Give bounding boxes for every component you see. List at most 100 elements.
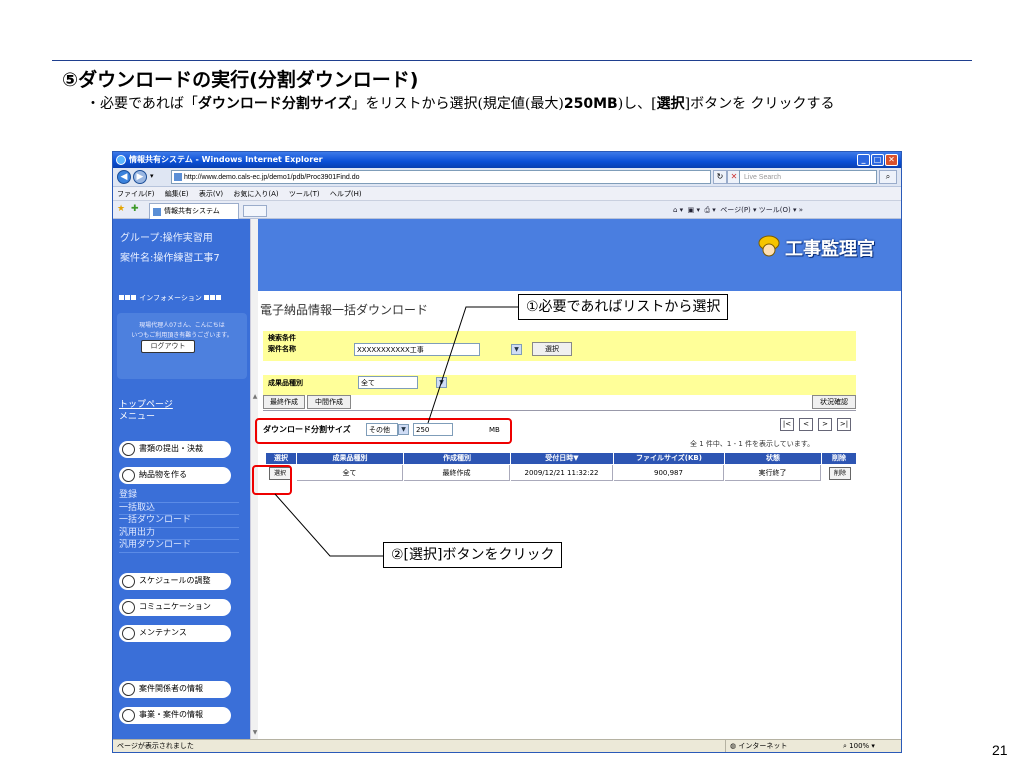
submenu-bulk-import[interactable]: 一括取込 bbox=[119, 503, 239, 515]
page-icon bbox=[174, 173, 182, 181]
feeds-icon[interactable]: ▣ ▾ bbox=[688, 206, 700, 214]
sidebar: グループ:操作実習用 案件名:操作練習工事7 インフォメーション 現場代理人07… bbox=[113, 219, 250, 739]
information-header: インフォメーション bbox=[119, 293, 222, 303]
print-icon[interactable]: ⎙ ▾ bbox=[704, 206, 715, 214]
status-check-button[interactable]: 状況確認 bbox=[812, 395, 856, 409]
refresh-icon[interactable]: ↻ bbox=[713, 170, 727, 184]
tab-divider bbox=[263, 410, 856, 411]
pencil-icon bbox=[122, 709, 135, 722]
back-icon[interactable]: ◀ bbox=[117, 170, 131, 184]
project-select-button[interactable]: 選択 bbox=[532, 342, 572, 356]
menu-edit[interactable]: 編集(E) bbox=[165, 190, 189, 198]
project-name-field[interactable]: XXXXXXXXXXX工事 bbox=[354, 343, 480, 356]
product-type-panel bbox=[263, 375, 856, 395]
col-select: 選択 bbox=[266, 453, 296, 464]
home-icon[interactable]: ⌂ ▾ bbox=[673, 206, 683, 214]
cell-product-type: 全て bbox=[297, 465, 403, 481]
url-field[interactable]: http://www.demo.cals-ec.jp/demo1/pdb/Pro… bbox=[171, 170, 711, 184]
history-dropdown-icon[interactable]: ▾ bbox=[150, 172, 154, 180]
group-label: グループ:操作実習用 bbox=[120, 233, 213, 244]
menu-file[interactable]: ファイル(F) bbox=[117, 190, 155, 198]
status-zone: ◍ インターネット bbox=[725, 740, 829, 752]
col-status: 状態 bbox=[725, 453, 821, 464]
cell-file-size: 900,987 bbox=[614, 465, 724, 481]
mail-icon bbox=[122, 601, 135, 614]
nav-maintenance[interactable]: メンテナンス bbox=[119, 625, 231, 642]
project-dropdown-icon[interactable]: ▼ bbox=[511, 344, 522, 355]
product-type-dropdown-icon[interactable]: ▼ bbox=[436, 377, 447, 388]
zoom-control[interactable]: ⌕ 100% ▾ bbox=[843, 740, 875, 752]
ie-icon bbox=[116, 155, 126, 165]
search-icon[interactable]: ⌕ bbox=[879, 170, 897, 184]
last-page-button[interactable]: >| bbox=[837, 418, 851, 431]
close-icon[interactable]: ✕ bbox=[885, 154, 898, 166]
menu-help[interactable]: ヘルプ(H) bbox=[330, 190, 362, 198]
tab-interim[interactable]: 中間作成 bbox=[307, 395, 351, 409]
select-button-highlight bbox=[252, 465, 292, 495]
nav-deliverables[interactable]: 納品物を作る bbox=[119, 467, 231, 484]
window-titlebar: 情報共有システム - Windows Internet Explorer _ □… bbox=[113, 152, 901, 168]
submenu-bulk-download[interactable]: 一括ダウンロード bbox=[119, 515, 239, 528]
zoom-icon: ⌕ bbox=[843, 742, 847, 750]
menu-tools[interactable]: ツール(T) bbox=[289, 190, 320, 198]
submenu-general-download[interactable]: 汎用ダウンロード bbox=[119, 540, 239, 553]
result-count: 全 1 件中、1 - 1 件を表示しています。 bbox=[690, 440, 815, 448]
product-type-label: 成果品種別 bbox=[268, 379, 303, 387]
prev-page-button[interactable]: < bbox=[799, 418, 813, 431]
minimize-icon[interactable]: _ bbox=[857, 154, 870, 166]
favorites-star-icon[interactable]: ★ bbox=[117, 204, 125, 214]
app-logo: 工事監理官 bbox=[753, 231, 893, 271]
col-delete: 削除 bbox=[822, 453, 856, 464]
submenu-register[interactable]: 登録 bbox=[119, 490, 239, 503]
new-tab-button[interactable] bbox=[243, 205, 267, 217]
cell-received: 2009/12/21 11:32:22 bbox=[511, 465, 613, 481]
browser-window: 情報共有システム - Windows Internet Explorer _ □… bbox=[112, 151, 902, 753]
logout-button[interactable]: ログアウト bbox=[141, 340, 195, 353]
slide-page-number: 21 bbox=[992, 742, 1008, 758]
favorites-bar: ★ ✚ 情報共有システム ⌂ ▾ ▣ ▾ ⎙ ▾ ページ(P) ▾ ツール(O)… bbox=[113, 201, 901, 219]
web-page: グループ:操作実習用 案件名:操作練習工事7 インフォメーション 現場代理人07… bbox=[113, 219, 901, 739]
deliverables-submenu: 登録 一括取込 一括ダウンロード 汎用出力 汎用ダウンロード bbox=[119, 490, 239, 553]
command-bar[interactable]: ⌂ ▾ ▣ ▾ ⎙ ▾ ページ(P) ▾ ツール(O) ▾ » bbox=[673, 204, 803, 216]
scroll-down-icon[interactable]: ▼ bbox=[251, 729, 259, 737]
next-page-button[interactable]: > bbox=[818, 418, 832, 431]
cell-status: 実行終了 bbox=[725, 465, 821, 481]
project-name-label: 案件名称 bbox=[268, 345, 296, 353]
results-table: 選択 成果品種別 作成種別 受付日時▼ ファイルサイズ(KB) 状態 削除 選択… bbox=[266, 453, 856, 485]
status-bar: ページが表示されました ◍ インターネット ⌕ 100% ▾ bbox=[113, 739, 901, 752]
scroll-up-icon[interactable]: ▲ bbox=[251, 393, 259, 401]
document-icon bbox=[122, 443, 135, 456]
callout-select-from-list: ①必要であればリストから選択 bbox=[518, 294, 729, 320]
nav-communication[interactable]: コミュニケーション bbox=[119, 599, 231, 616]
page-title: 電子納品情報一括ダウンロード bbox=[260, 303, 429, 317]
menu-favorites[interactable]: お気に入り(A) bbox=[233, 190, 278, 198]
nav-documents[interactable]: 書類の提出・決裁 bbox=[119, 441, 231, 458]
submenu-general-output[interactable]: 汎用出力 bbox=[119, 528, 239, 540]
project-label: 案件名:操作練習工事7 bbox=[120, 253, 220, 264]
folder-icon bbox=[122, 469, 135, 482]
tab-final[interactable]: 最終作成 bbox=[263, 395, 305, 409]
slide-title: ⑤ダウンロードの実行(分割ダウンロード) bbox=[62, 69, 419, 91]
menu-view[interactable]: 表示(V) bbox=[199, 190, 223, 198]
calendar-icon bbox=[122, 575, 135, 588]
welcome-line-1: 現場代理人07さん、こんにちは bbox=[139, 322, 225, 329]
nav-business[interactable]: 事業・案件の情報 bbox=[119, 707, 231, 724]
cell-creation-type: 最終作成 bbox=[404, 465, 510, 481]
tab-page-icon bbox=[153, 208, 161, 216]
slide-divider bbox=[52, 60, 972, 61]
menu-label: メニュー bbox=[119, 412, 156, 422]
window-title: 情報共有システム - Windows Internet Explorer bbox=[129, 155, 323, 164]
maximize-icon[interactable]: □ bbox=[871, 154, 884, 166]
col-creation-type: 作成種別 bbox=[404, 453, 510, 464]
product-type-select[interactable]: 全て bbox=[358, 376, 418, 389]
nav-stakeholders[interactable]: 案件関係者の情報 bbox=[119, 681, 231, 698]
first-page-button[interactable]: |< bbox=[780, 418, 794, 431]
forward-icon[interactable]: ▶ bbox=[133, 170, 147, 184]
add-favorite-icon[interactable]: ✚ bbox=[131, 204, 139, 214]
nav-schedule[interactable]: スケジュールの調整 bbox=[119, 573, 231, 590]
col-product-type: 成果品種別 bbox=[297, 453, 403, 464]
col-received[interactable]: 受付日時▼ bbox=[511, 453, 613, 464]
row-delete-button[interactable]: 削除 bbox=[829, 467, 851, 480]
search-input[interactable]: Live Search bbox=[739, 170, 877, 184]
browser-tab[interactable]: 情報共有システム bbox=[149, 203, 239, 219]
